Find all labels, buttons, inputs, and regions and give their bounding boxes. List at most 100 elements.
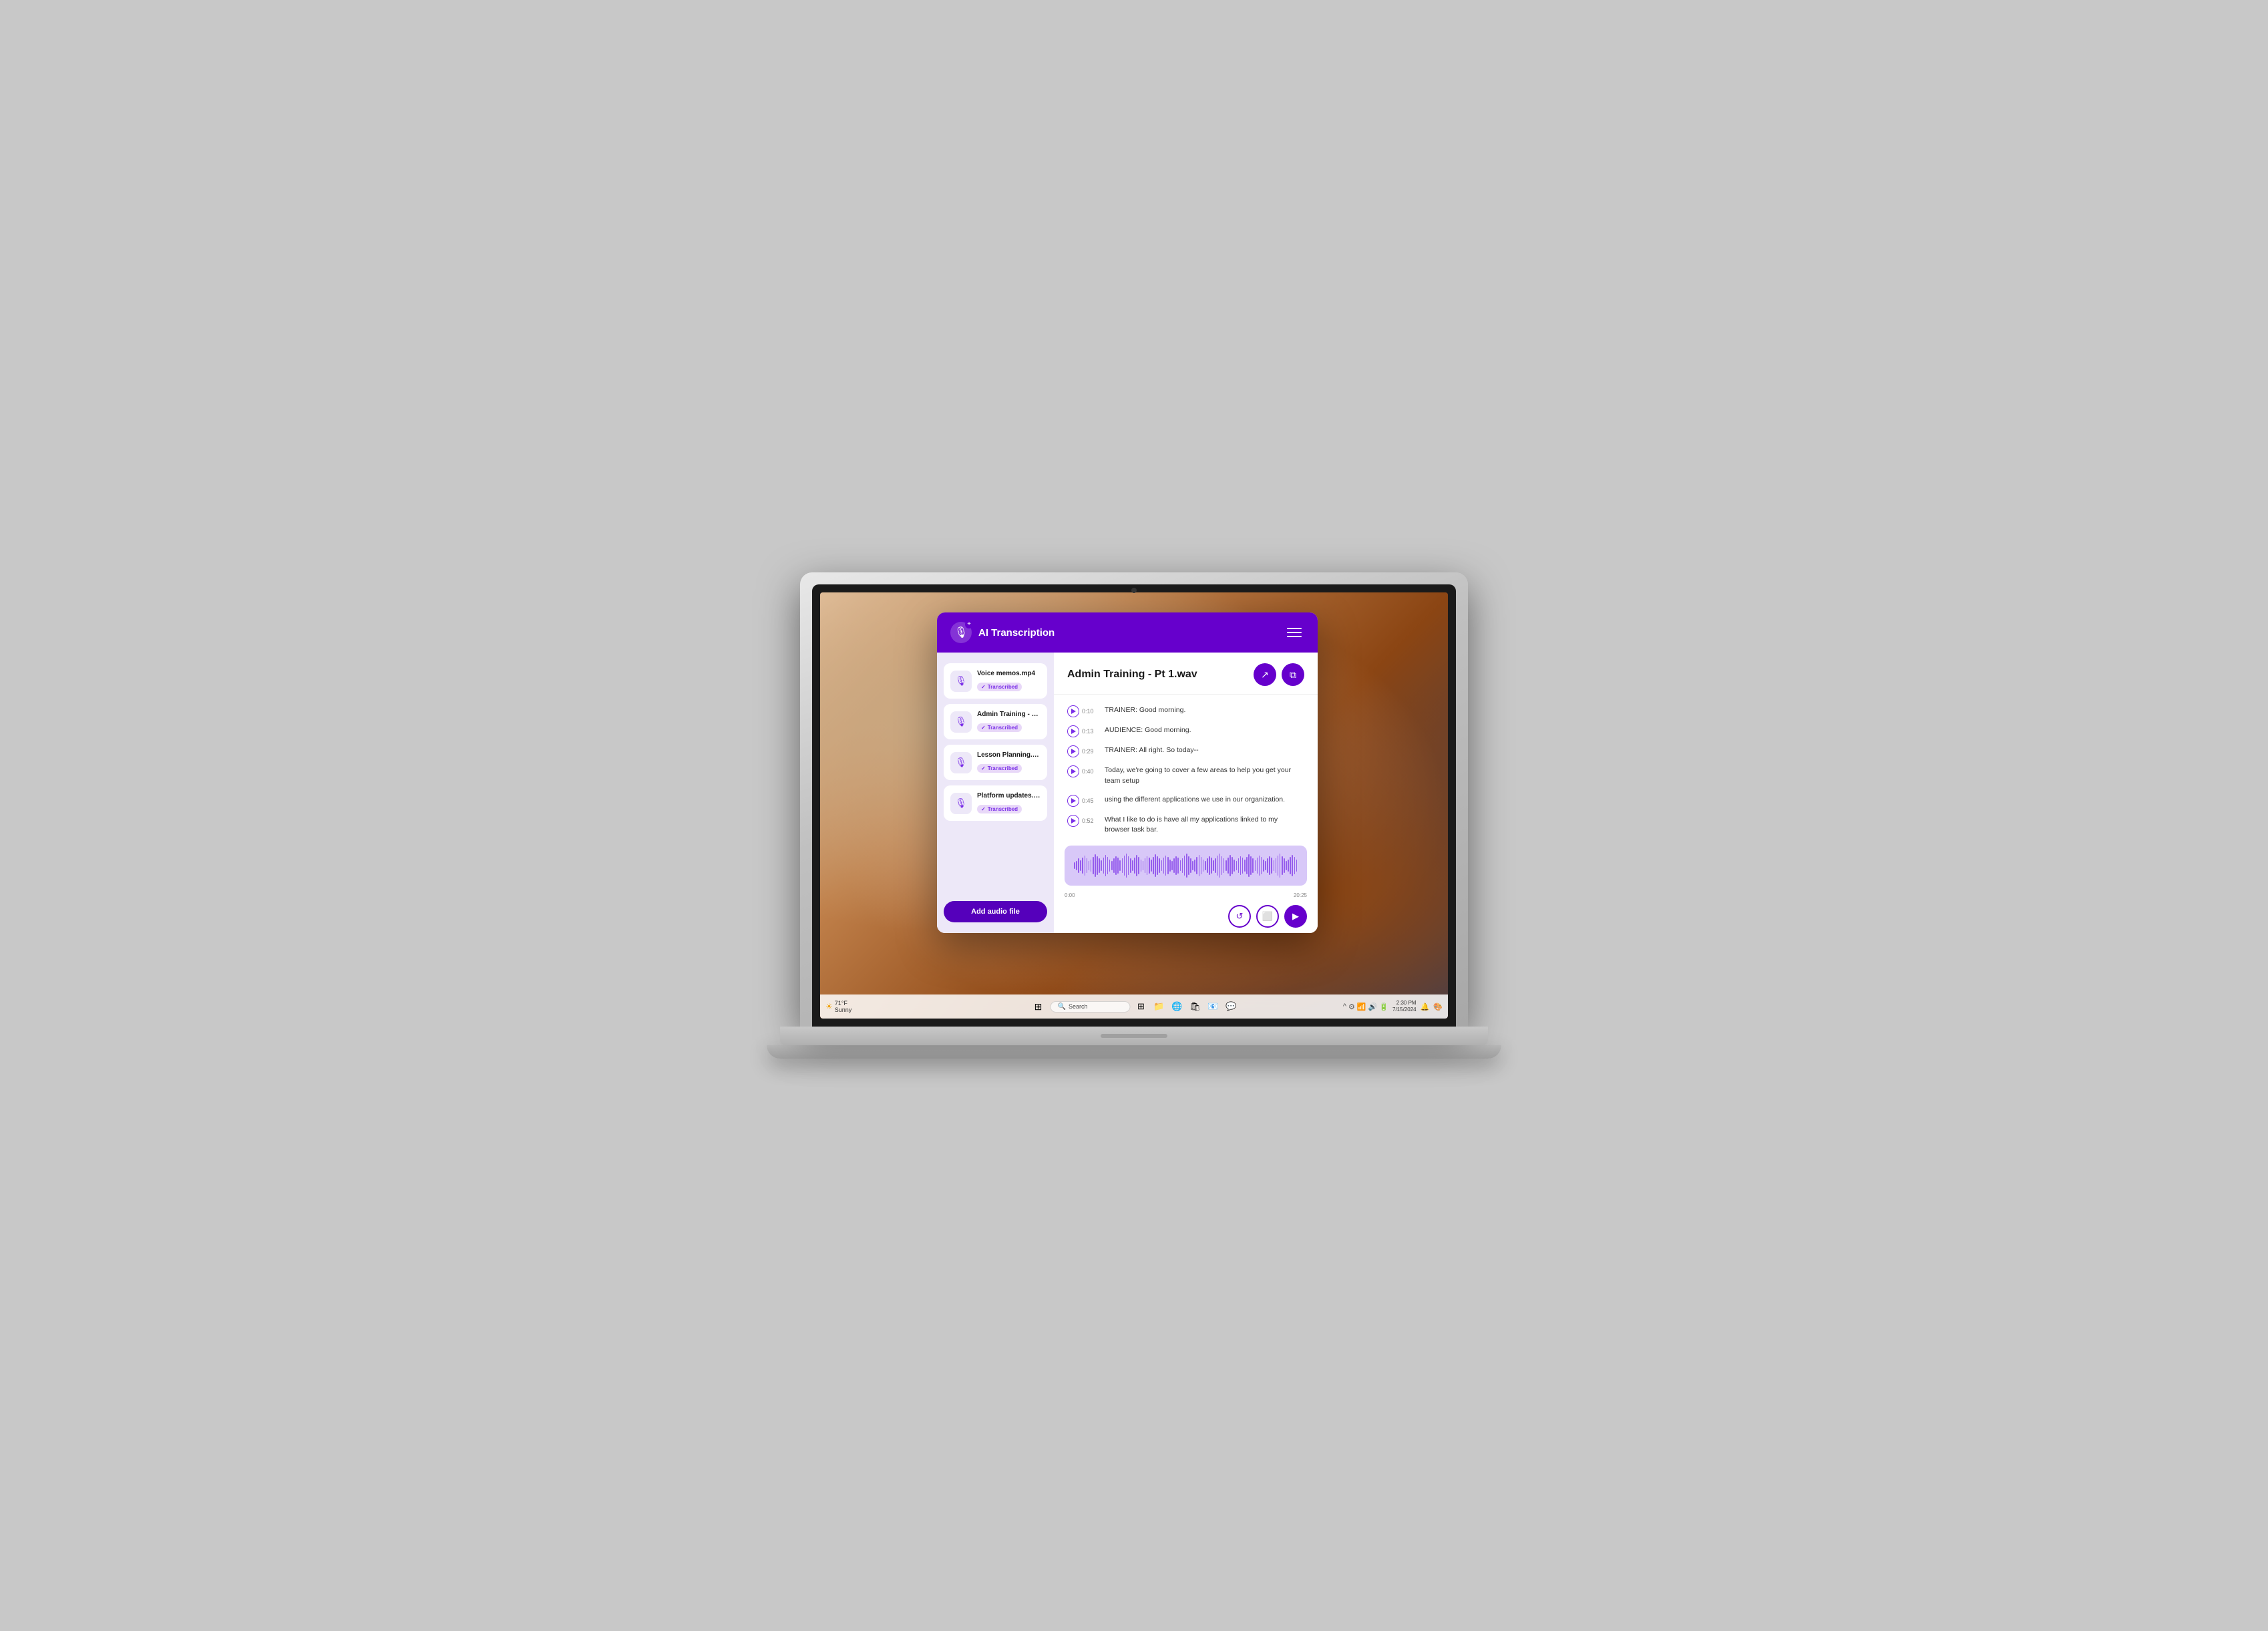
taskbar-icon-files[interactable]: 📁 <box>1151 999 1167 1015</box>
menu-button[interactable] <box>1284 625 1304 640</box>
file-item-0[interactable]: 🎙 Voice memos.mp4 ✓ Transcribed <box>944 663 1047 699</box>
playback-controls: ↺ ⬜ ▶ <box>1054 900 1318 933</box>
play-small-3[interactable] <box>1067 765 1079 777</box>
play-small-2[interactable] <box>1067 745 1079 757</box>
waveform-bar-44 <box>1165 856 1167 876</box>
waveform-bar-33 <box>1143 861 1144 871</box>
file-info-1: Admin Training - Pt 2.wav ✓ Transcribed <box>977 711 1041 733</box>
time-play-0: 0:10 <box>1067 705 1098 717</box>
tray-settings-icon[interactable]: ⚙ <box>1348 1003 1355 1011</box>
file-info-0: Voice memos.mp4 ✓ Transcribed <box>977 670 1041 692</box>
waveform-bar-79 <box>1238 858 1240 872</box>
play-triangle-3 <box>1071 769 1076 774</box>
file-item-2[interactable]: 🎙 Lesson Planning.wav ✓ Transcribed <box>944 745 1047 780</box>
waveform-bar-68 <box>1215 858 1216 872</box>
waveform-bar-96 <box>1274 860 1275 872</box>
transcript-entry-2: 0:29 TRAINER: All right. So today-- <box>1067 741 1304 761</box>
waveform-bar-85 <box>1250 856 1252 874</box>
waveform-bar-20 <box>1115 856 1117 874</box>
waveform-bar-31 <box>1138 857 1139 874</box>
taskbar-icon-store[interactable]: 🛍 <box>1187 999 1203 1015</box>
taskbar-icon-edge[interactable]: 🌐 <box>1169 999 1185 1015</box>
waveform-bar-17 <box>1109 860 1111 872</box>
waveform-bar-103 <box>1288 860 1289 872</box>
check-icon-3: ✓ <box>981 806 986 812</box>
waveform-bar-16 <box>1107 857 1109 874</box>
waveform-bar-40 <box>1157 856 1158 874</box>
taskbar-clock[interactable]: 2:30 PM 7/15/2024 <box>1392 1000 1416 1014</box>
color-icon[interactable]: 🎨 <box>1433 1003 1443 1011</box>
search-text: Search <box>1069 1003 1088 1010</box>
waveform-bar-41 <box>1159 858 1160 872</box>
transcribed-badge-2: ✓ Transcribed <box>977 764 1022 773</box>
file-item-3[interactable]: 🎙 Platform updates.mp4 ✓ Transcribed <box>944 785 1047 821</box>
waveform-bar-19 <box>1113 858 1115 872</box>
play-triangle-4 <box>1071 798 1076 803</box>
waveform-bar-2 <box>1078 858 1079 872</box>
waveform-bar-86 <box>1252 858 1254 872</box>
play-button[interactable]: ▶ <box>1284 905 1307 928</box>
waveform-bar-77 <box>1234 860 1235 872</box>
waveform-bar-76 <box>1232 857 1233 874</box>
play-small-1[interactable] <box>1067 725 1079 737</box>
waveform-bar-45 <box>1167 857 1169 874</box>
stop-icon: ⬜ <box>1262 911 1273 922</box>
waveform-bar-49 <box>1175 856 1177 874</box>
waveform-bar-38 <box>1153 857 1154 874</box>
waveform-bar-73 <box>1225 860 1227 872</box>
timestamp-5: 0:52 <box>1082 818 1098 824</box>
waveform-bar-47 <box>1171 861 1173 871</box>
waveform-container[interactable] <box>1065 846 1307 886</box>
taskbar-icon-teams[interactable]: 💬 <box>1223 999 1240 1015</box>
share-icon: ↗ <box>1261 669 1269 681</box>
transcribed-badge-1: ✓ Transcribed <box>977 723 1022 732</box>
waveform-bar-105 <box>1292 855 1293 876</box>
waveform-bar-43 <box>1163 858 1165 873</box>
play-small-5[interactable] <box>1067 815 1079 827</box>
tray-chevron-icon[interactable]: ^ <box>1343 1003 1346 1011</box>
play-small-4[interactable] <box>1067 795 1079 807</box>
taskbar-icon-widgets[interactable]: ⊞ <box>1133 999 1149 1015</box>
add-audio-button[interactable]: Add audio file <box>944 901 1047 922</box>
waveform-bar-22 <box>1119 860 1121 872</box>
waveform-bar-27 <box>1130 858 1131 872</box>
waveform-bar-36 <box>1149 858 1150 873</box>
waveform-bar-78 <box>1236 861 1238 871</box>
tray-wifi-icon[interactable]: 📶 <box>1357 1003 1366 1011</box>
waveform-bar-24 <box>1124 856 1125 876</box>
taskbar-icon-outlook[interactable]: 📧 <box>1205 999 1221 1015</box>
check-icon-0: ✓ <box>981 684 986 690</box>
waveform-bar-52 <box>1182 858 1183 872</box>
transcript-entry-3: 0:40 Today, we're going to cover a few a… <box>1067 761 1304 791</box>
waveform-bar-69 <box>1217 856 1219 876</box>
weather-desc: Sunny <box>835 1007 852 1013</box>
waveform-bar-54 <box>1186 854 1187 878</box>
taskbar-search[interactable]: 🔍 Search <box>1051 1001 1131 1013</box>
rewind-button[interactable]: ↺ <box>1228 905 1251 928</box>
waveform-bar-102 <box>1286 861 1287 871</box>
system-tray: ^ ⚙ 📶 🔊 🔋 <box>1343 1003 1388 1011</box>
waveform-bar-55 <box>1188 856 1189 874</box>
waveform-bar-84 <box>1248 854 1250 877</box>
notification-icon[interactable]: 🔔 <box>1421 1003 1430 1011</box>
waveform-bar-94 <box>1269 856 1270 874</box>
tray-volume-icon[interactable]: 🔊 <box>1368 1003 1378 1011</box>
transcript-text-3: Today, we're going to cover a few areas … <box>1105 765 1304 787</box>
windows-start-button[interactable]: ⊞ <box>1029 999 1048 1015</box>
copy-button[interactable]: ⧉ <box>1282 663 1304 686</box>
play-small-0[interactable] <box>1067 705 1079 717</box>
laptop-screen-outer: 🎙 AI Transcription <box>800 572 1468 1027</box>
waveform-bar-7 <box>1089 861 1090 871</box>
play-triangle-5 <box>1071 818 1076 824</box>
file-item-1[interactable]: 🎙 Admin Training - Pt 2.wav ✓ Transcribe… <box>944 704 1047 739</box>
stop-button[interactable]: ⬜ <box>1256 905 1279 928</box>
sun-icon: ☀ <box>825 1002 833 1011</box>
waveform-bar-60 <box>1199 855 1200 876</box>
laptop-hinge <box>1101 1034 1167 1038</box>
waveform-bar-8 <box>1091 860 1092 872</box>
taskbar-right: ^ ⚙ 📶 🔊 🔋 2:30 PM 7/15/2024 🔔 🎨 <box>1343 1000 1443 1014</box>
tray-battery-icon[interactable]: 🔋 <box>1379 1003 1388 1011</box>
waveform-bar-9 <box>1093 857 1094 874</box>
time-play-3: 0:40 <box>1067 765 1098 777</box>
share-button[interactable]: ↗ <box>1254 663 1276 686</box>
